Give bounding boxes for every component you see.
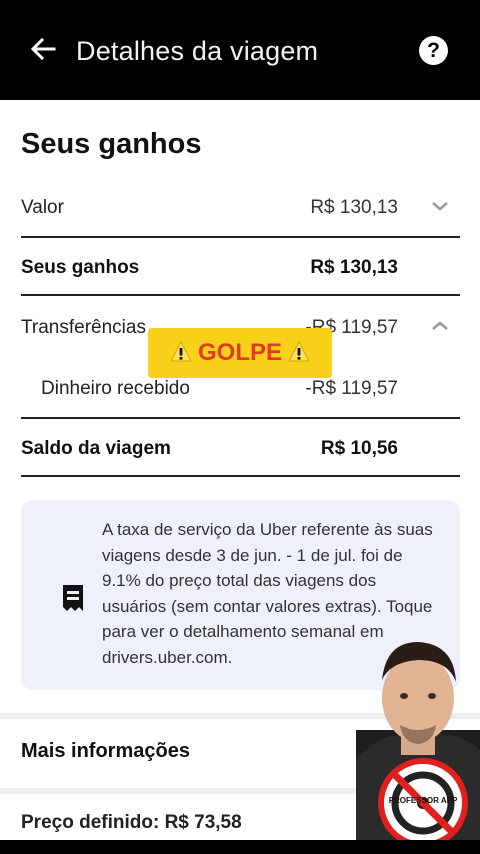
row-valor[interactable]: Valor R$ 130,13 <box>21 196 460 256</box>
receipt-icon <box>63 585 83 611</box>
earnings-heading: Seus ganhos <box>21 128 202 160</box>
divider <box>21 236 460 238</box>
defined-price: Preço definido: R$ 73,58 <box>21 812 242 833</box>
divider <box>21 475 460 477</box>
row-label: Saldo da viagem <box>21 438 171 459</box>
more-info-heading[interactable]: Mais informações <box>21 740 190 763</box>
row-value: R$ 130,13 <box>310 257 398 278</box>
row-value: -R$ 119,57 <box>305 378 398 399</box>
warning-icon <box>170 341 192 362</box>
bottom-edge <box>0 840 480 854</box>
warning-icon <box>288 341 310 362</box>
app-bar: Detalhes da viagem ? <box>0 0 480 100</box>
row-saldo-da-viagem: Saldo da viagem R$ 10,56 <box>21 437 460 497</box>
divider <box>21 417 460 419</box>
scam-warning-label: GOLPE <box>197 339 282 366</box>
scam-warning-overlay: GOLPE <box>148 328 332 378</box>
row-label: Transferências <box>21 317 146 338</box>
chevron-up-icon[interactable] <box>430 316 450 336</box>
question-mark-icon[interactable]: ? <box>419 36 448 65</box>
presenter-video-overlay: PROFESSOR APP <box>356 630 480 854</box>
page-title: Detalhes da viagem <box>76 36 319 66</box>
divider <box>21 294 460 296</box>
row-dinheiro-recebido: Dinheiro recebido -R$ 119,57 <box>21 377 460 437</box>
row-seus-ganhos: Seus ganhos R$ 130,13 <box>21 256 460 316</box>
row-label: Seus ganhos <box>21 257 140 278</box>
badge-text: PROFESSOR APP <box>388 796 458 805</box>
row-value: R$ 130,13 <box>310 197 398 218</box>
chevron-down-icon[interactable] <box>430 196 450 216</box>
row-label: Dinheiro recebido <box>41 378 190 399</box>
row-label: Valor <box>21 197 64 218</box>
arrow-left-icon[interactable] <box>28 34 58 64</box>
row-value: R$ 10,56 <box>320 438 398 459</box>
